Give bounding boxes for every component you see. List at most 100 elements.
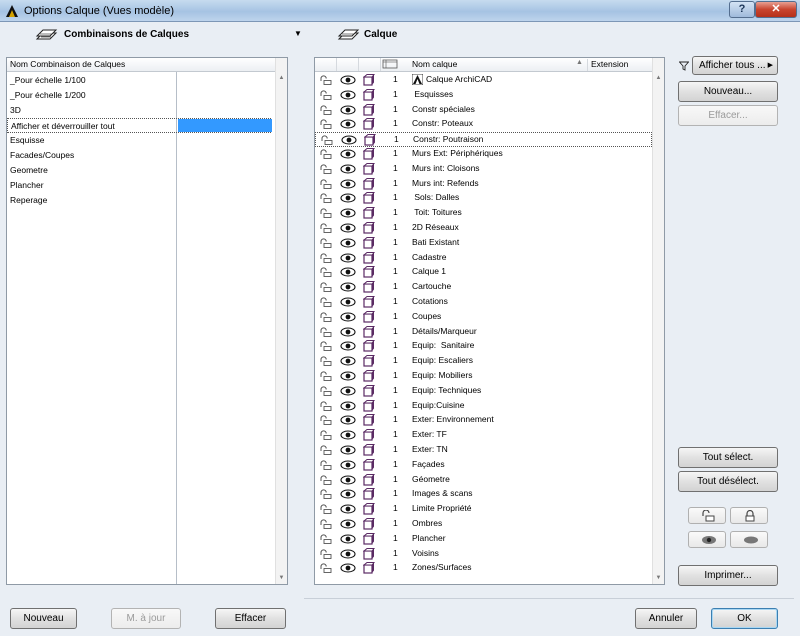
unlock-icon[interactable]	[320, 312, 332, 322]
intersection-group-number[interactable]: 1	[393, 74, 398, 84]
intersection-group-number[interactable]: 1	[393, 385, 398, 395]
unlock-icon[interactable]	[320, 164, 332, 174]
eye-icon[interactable]	[340, 253, 356, 263]
unlock-icon[interactable]	[320, 341, 332, 352]
show-all-button[interactable]: Afficher tous ... ▶	[692, 56, 778, 75]
layer-row[interactable]: 1 Images & scans	[315, 487, 652, 502]
wireframe-icon[interactable]	[363, 414, 375, 426]
unlock-icon[interactable]	[320, 504, 332, 515]
eye-icon[interactable]	[340, 149, 356, 159]
layer-row[interactable]: 1 Zones/Surfaces	[315, 561, 652, 576]
layer-row[interactable]: 1 Limite Propriété	[315, 502, 652, 517]
eye-icon[interactable]	[340, 415, 356, 425]
layer-row[interactable]: 1 Cadastre	[315, 251, 652, 266]
wireframe-icon[interactable]	[364, 134, 376, 146]
eye-icon[interactable]	[341, 135, 357, 145]
panel-divider-arrow-icon[interactable]: ▼	[294, 29, 302, 38]
unlock-icon[interactable]	[320, 460, 332, 470]
intersection-group-number[interactable]: 1	[393, 237, 398, 247]
layer-row[interactable]: 1 Exter: Environnement	[315, 413, 652, 428]
scroll-up-icon[interactable]: ▲	[276, 72, 287, 84]
eye-icon[interactable]	[340, 371, 356, 381]
intersection-group-number[interactable]: 1	[393, 178, 398, 188]
intersection-group-number[interactable]: 1	[393, 562, 398, 572]
intersection-group-number[interactable]: 1	[393, 414, 398, 424]
layer-row[interactable]: 1 Constr: Poteaux	[315, 117, 652, 132]
wireframe-icon[interactable]	[363, 444, 375, 456]
layer-row[interactable]: 1 Murs int: Cloisons	[315, 162, 652, 177]
intersection-group-number[interactable]: 1	[393, 207, 398, 217]
intersection-group-icon[interactable]	[382, 59, 398, 69]
eye-icon[interactable]	[340, 75, 356, 85]
combinations-list[interactable]: Nom Combinaison de Calques _Pour échelle…	[6, 57, 288, 585]
intersection-group-number[interactable]: 1	[393, 429, 398, 439]
wireframe-icon[interactable]	[363, 355, 375, 367]
unlock-icon[interactable]	[320, 119, 332, 130]
wireframe-icon[interactable]	[363, 310, 375, 323]
unlock-icon[interactable]	[320, 223, 332, 233]
unlock-icon[interactable]	[320, 193, 332, 204]
layer-row[interactable]: 1 Constr spéciales	[315, 103, 652, 118]
layer-row[interactable]: 1 Exter: TF	[315, 428, 652, 443]
combination-item[interactable]: Afficher et déverrouiller tout	[7, 118, 272, 133]
unlock-icon[interactable]	[320, 75, 332, 85]
wireframe-icon[interactable]	[363, 325, 375, 338]
lock-button[interactable]	[730, 507, 768, 524]
layer-row[interactable]: 1 Equip: Techniques	[315, 384, 652, 399]
wireframe-icon[interactable]	[363, 281, 375, 293]
intersection-group-number[interactable]: 1	[393, 163, 398, 173]
layer-row[interactable]: 1 Plancher	[315, 532, 652, 547]
combination-item[interactable]: 3D	[7, 103, 271, 118]
intersection-group-number[interactable]: 1	[393, 370, 398, 380]
intersection-group-number[interactable]: 1	[393, 326, 398, 336]
unlock-icon[interactable]	[320, 415, 332, 426]
filter-icon[interactable]	[679, 61, 689, 71]
ok-button[interactable]: OK	[711, 608, 778, 629]
unlock-button[interactable]	[688, 507, 726, 524]
unlock-icon[interactable]	[320, 282, 332, 293]
lock-column-header[interactable]	[315, 58, 337, 71]
unlock-icon[interactable]	[320, 238, 332, 248]
delete-layer-button[interactable]: Effacer...	[678, 105, 778, 126]
eye-icon[interactable]	[340, 549, 356, 559]
intersection-group-number[interactable]: 1	[393, 252, 398, 262]
intersection-group-number[interactable]: 1	[393, 340, 398, 350]
wireframe-icon[interactable]	[363, 340, 375, 352]
layer-row[interactable]: 1 Sols: Dalles	[315, 191, 652, 206]
layer-row[interactable]: 1 Exter: TN	[315, 443, 652, 458]
wireframe-icon[interactable]	[363, 88, 375, 101]
combination-item[interactable]: _Pour échelle 1/200	[7, 88, 271, 103]
wireframe-icon[interactable]	[363, 162, 375, 175]
intersection-group-number[interactable]: 1	[393, 474, 398, 484]
unlock-icon[interactable]	[320, 253, 332, 263]
wireframe-icon[interactable]	[363, 562, 375, 574]
unlock-icon[interactable]	[320, 489, 332, 500]
unlock-icon[interactable]	[320, 534, 332, 544]
unlock-icon[interactable]	[320, 297, 332, 307]
layer-row[interactable]: 1 Equip:Cuisine	[315, 399, 652, 414]
layer-row[interactable]: 1 Esquisses	[315, 88, 652, 103]
unlock-icon[interactable]	[320, 179, 332, 189]
select-all-button[interactable]: Tout sélect.	[678, 447, 778, 468]
layers-list[interactable]: Nom calque ▲ Extension 1 Calque ArchiCAD 1…	[314, 57, 665, 585]
intersection-group-number[interactable]: 1	[393, 444, 398, 454]
scroll-down-icon[interactable]: ▼	[653, 572, 664, 584]
eye-icon[interactable]	[340, 223, 356, 233]
unlock-icon[interactable]	[320, 563, 332, 574]
intersection-group-number[interactable]: 1	[393, 400, 398, 410]
eye-icon[interactable]	[340, 563, 356, 573]
eye-icon[interactable]	[340, 119, 356, 129]
unlock-icon[interactable]	[320, 445, 332, 455]
eye-icon[interactable]	[340, 312, 356, 322]
close-button[interactable]: ✕	[755, 1, 797, 18]
eye-icon[interactable]	[340, 327, 356, 337]
layers-scrollbar[interactable]: ▲ ▼	[652, 58, 664, 584]
wireframe-column-header[interactable]	[359, 58, 381, 71]
eye-icon[interactable]	[340, 430, 356, 440]
combination-item[interactable]: Geometre	[7, 163, 271, 178]
eye-icon[interactable]	[340, 534, 356, 544]
combinations-column-header[interactable]: Nom Combinaison de Calques	[7, 58, 275, 72]
unlock-icon[interactable]	[320, 430, 332, 441]
wireframe-icon[interactable]	[363, 473, 375, 486]
eye-icon[interactable]	[340, 193, 356, 203]
